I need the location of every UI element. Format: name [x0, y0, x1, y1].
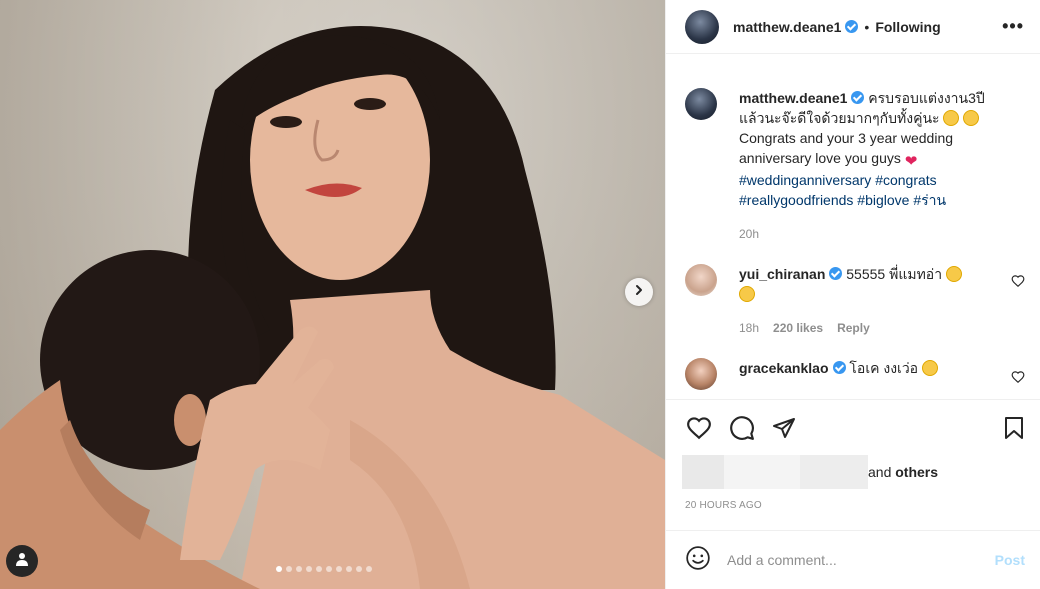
wink-emoji-icon: [943, 110, 960, 126]
add-comment-input[interactable]: [727, 552, 995, 568]
comment-body: yui_chiranan 55555 พี่แมทอ่า 18h 220 lik…: [739, 264, 989, 338]
action-icons: [682, 400, 1025, 460]
carousel-indicator: [276, 566, 372, 572]
following-button[interactable]: Following: [875, 19, 940, 35]
header-separator: •: [864, 18, 870, 35]
author-username[interactable]: matthew.deane1: [733, 19, 841, 35]
carousel-dot: [356, 566, 362, 572]
comment-item: yui_chiranan 55555 พี่แมทอ่า 18h 220 lik…: [685, 264, 1025, 338]
caption-line4: anniversary love you guys: [739, 150, 901, 166]
comment-text: 55555 พี่แมทอ่า: [846, 266, 943, 282]
comments-list[interactable]: matthew.deane1 ครบรอบแต่งงาน3ปี แล้วนะจ๊…: [666, 72, 1040, 399]
add-comment-bar: Post: [666, 530, 1040, 589]
carousel-dot: [346, 566, 352, 572]
caption-line3: Congrats and your 3 year wedding: [739, 130, 954, 146]
comment-like-heart-icon[interactable]: [1011, 274, 1025, 288]
post-header: matthew.deane1 • Following •••: [666, 0, 1040, 54]
carousel-dot: [366, 566, 372, 572]
commenter-avatar[interactable]: [685, 358, 717, 390]
commenter-username[interactable]: yui_chiranan: [739, 266, 825, 282]
save-bookmark-icon[interactable]: [1003, 416, 1025, 445]
carousel-dot: [296, 566, 302, 572]
post-comment-button[interactable]: Post: [995, 552, 1025, 568]
comment-meta: 18h 220 likes Reply: [739, 318, 989, 338]
tagged-users-button[interactable]: [6, 545, 38, 577]
rofl-emoji-icon: [739, 286, 755, 302]
sweat-smile-emoji-icon: [945, 266, 962, 282]
caption-line2: แล้วนะจ๊ะดีใจด้วยมากๆกับทั้งคู่นะ: [739, 110, 940, 126]
more-options-icon[interactable]: •••: [1002, 16, 1024, 37]
carousel-dot: [316, 566, 322, 572]
liked-by-name-blurred: [724, 455, 800, 489]
carousel-dot: [336, 566, 342, 572]
caption-username[interactable]: matthew.deane1: [739, 90, 847, 106]
verified-badge-icon: [845, 20, 859, 33]
likes-others-link[interactable]: others: [895, 464, 938, 480]
carousel-next-button[interactable]: [625, 278, 653, 306]
commenter-avatar[interactable]: [685, 264, 717, 296]
emoji-picker-icon[interactable]: [685, 545, 711, 576]
comment-time: 18h: [739, 321, 760, 335]
post-photo[interactable]: [0, 0, 665, 589]
chevron-right-icon: [633, 283, 645, 301]
caption-meta: 20h: [739, 224, 985, 244]
author-avatar[interactable]: [685, 9, 719, 44]
caption-body: matthew.deane1 ครบรอบแต่งงาน3ปี แล้วนะจ๊…: [739, 88, 985, 244]
comment-text: โอเค งงเว่อ: [849, 360, 919, 376]
carousel-dot: [326, 566, 332, 572]
liked-by-name-blurred: [800, 455, 868, 489]
caption: matthew.deane1 ครบรอบแต่งงาน3ปี แล้วนะจ๊…: [685, 88, 1025, 244]
liked-by-avatar-blurred: [682, 455, 724, 489]
carousel-dot: [276, 566, 282, 572]
reply-button[interactable]: Reply: [837, 318, 870, 338]
like-heart-icon[interactable]: [686, 415, 712, 446]
likes-summary: and others: [682, 454, 1025, 490]
caption-line1: ครบรอบแต่งงาน3ปี: [868, 90, 985, 106]
share-paper-plane-icon[interactable]: [772, 416, 796, 445]
carousel-dot: [286, 566, 292, 572]
caption-time: 20h: [739, 227, 760, 241]
likes-and-text: and: [868, 464, 892, 480]
comment-bubble-icon[interactable]: [729, 415, 755, 446]
comment-like-heart-icon[interactable]: [1011, 370, 1025, 384]
comment-item: gracekanklao โอเค งงเว่อ: [685, 358, 1025, 390]
verified-badge-icon: [829, 267, 843, 280]
caption-hashtags-1[interactable]: #weddinganniversary #congrats: [739, 170, 985, 190]
post-sidebar: matthew.deane1 • Following ••• matthew.d…: [665, 0, 1040, 589]
post-timestamp: 20 HOURS AGO: [685, 500, 762, 511]
laughing-emoji-icon: [963, 110, 980, 126]
post-actions: and others 20 HOURS AGO: [666, 399, 1040, 511]
verified-badge-icon: [832, 361, 846, 374]
caption-avatar[interactable]: [685, 88, 717, 120]
red-heart-emoji-icon: ❤: [904, 153, 918, 170]
caption-hashtags-2[interactable]: #reallygoodfriends #biglove #ร่าน: [739, 190, 985, 210]
user-icon: [14, 551, 30, 572]
commenter-username[interactable]: gracekanklao: [739, 360, 829, 376]
verified-badge-icon: [851, 91, 865, 104]
carousel-dot: [306, 566, 312, 572]
grinning-emoji-icon: [921, 360, 938, 376]
comment-likes[interactable]: 220 likes: [773, 318, 823, 338]
comment-body: gracekanklao โอเค งงเว่อ: [739, 358, 938, 390]
